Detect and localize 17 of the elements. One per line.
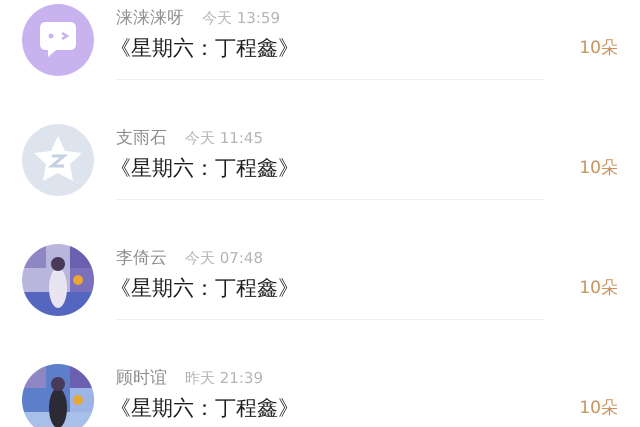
timestamp: 昨天 21:39: [185, 369, 263, 387]
message-title: 《星期六：丁程鑫》: [110, 37, 299, 59]
timestamp: 今天 11:45: [185, 129, 263, 147]
timestamp: 今天 13:59: [202, 9, 280, 27]
user-name: 顾时谊: [116, 368, 167, 388]
user-name: 涞涞涞呀: [116, 8, 184, 28]
flower-count: 10朵: [579, 38, 618, 58]
flower-count: 10朵: [579, 158, 618, 178]
avatar-chat-icon: [22, 4, 94, 76]
timestamp: 今天 07:48: [185, 249, 263, 267]
flower-count: 10朵: [579, 278, 618, 298]
user-name: 李倚云: [116, 248, 167, 268]
flower-count: 10朵: [579, 398, 618, 418]
user-name: 支雨石: [116, 128, 167, 148]
message-title: 《星期六：丁程鑫》: [110, 277, 299, 299]
message-title: 《星期六：丁程鑫》: [110, 157, 299, 179]
message-title: 《星期六：丁程鑫》: [110, 397, 299, 419]
